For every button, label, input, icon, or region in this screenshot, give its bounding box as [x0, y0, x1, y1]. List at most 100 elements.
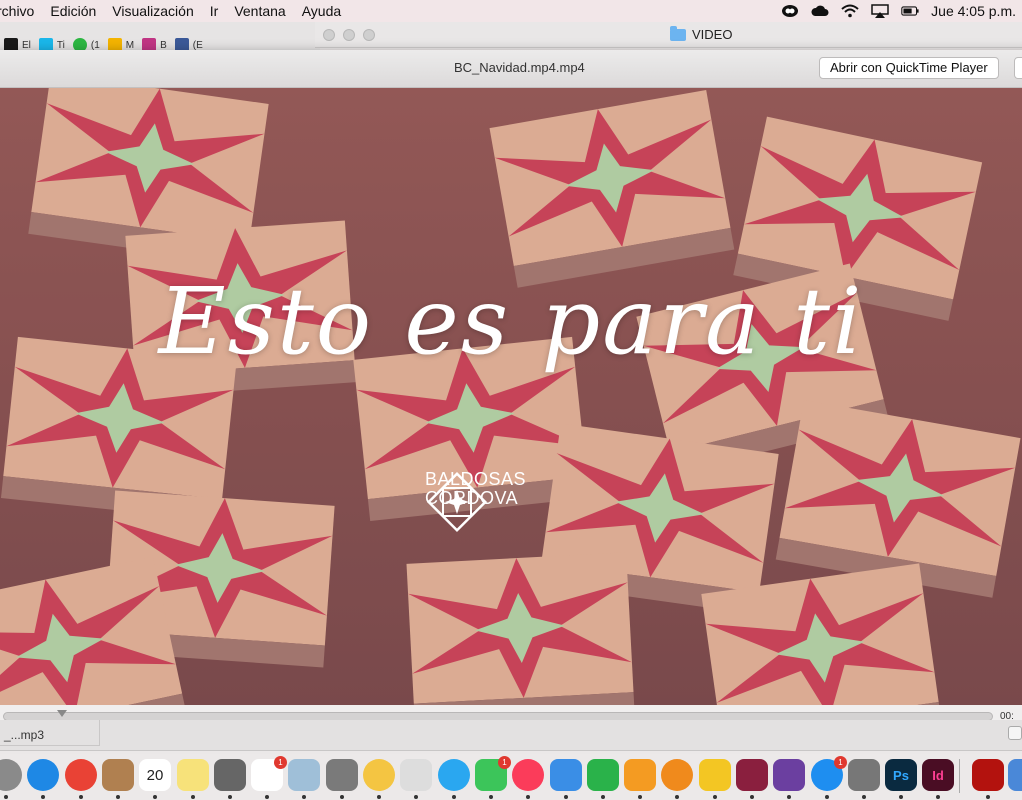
finder-window-titlebar: VIDEO — [315, 22, 1022, 48]
bookmark-label: El — [22, 39, 31, 51]
quicklook-titlebar: BC_Navidad.mp4.mp4 Abrir con QuickTime P… — [0, 50, 1022, 88]
design-icon[interactable] — [736, 759, 768, 791]
brand-logo: BALDOSAS CORDOVA — [425, 470, 526, 533]
menu-ir[interactable]: Ir — [202, 3, 227, 19]
running-indicator — [4, 795, 8, 799]
menu-bar: rchivo Edición Visualización Ir Ventana … — [0, 0, 1022, 22]
indesign-label: Id — [932, 767, 944, 783]
calendar-icon[interactable]: 20 — [139, 759, 171, 791]
running-indicator — [564, 795, 568, 799]
contacts-icon[interactable] — [102, 759, 134, 791]
appstore-icon[interactable]: 1 — [811, 756, 847, 791]
dock-separator — [959, 759, 960, 793]
menu-ayuda[interactable]: Ayuda — [294, 3, 349, 19]
photoshop-label: Ps — [893, 767, 909, 783]
playhead-handle[interactable] — [57, 710, 68, 717]
running-indicator — [452, 795, 456, 799]
system-icon[interactable] — [0, 759, 22, 791]
acrobat-icon[interactable] — [972, 759, 1004, 791]
cyberduck-icon[interactable] — [699, 759, 731, 791]
scroll-button[interactable] — [1008, 726, 1022, 740]
running-indicator — [862, 795, 866, 799]
open-with-quicktime-button[interactable]: Abrir con QuickTime Player — [819, 57, 999, 79]
running-indicator — [153, 795, 157, 799]
video-frame[interactable]: Esto es para ti BALDOSAS CORDOVA — [0, 88, 1022, 705]
preview-icon[interactable] — [288, 759, 320, 791]
menu-archivo[interactable]: rchivo — [0, 3, 42, 19]
running-indicator — [986, 795, 990, 799]
running-indicator — [825, 795, 829, 799]
running-indicator — [713, 795, 717, 799]
running-indicator — [79, 795, 83, 799]
cloud-sync-icon[interactable] — [811, 4, 829, 18]
keynote-icon[interactable] — [550, 759, 582, 791]
quicklook-title: BC_Navidad.mp4.mp4 — [454, 60, 585, 75]
notification-badge: 1 — [274, 756, 287, 769]
running-indicator — [750, 795, 754, 799]
scissors-icon[interactable] — [400, 759, 432, 791]
running-indicator — [638, 795, 642, 799]
share-button[interactable] — [1014, 57, 1022, 79]
airplay-icon[interactable] — [871, 4, 889, 18]
zoom-button[interactable] — [363, 29, 375, 41]
photos-icon[interactable] — [363, 759, 395, 791]
bookmark-label: M — [125, 39, 135, 51]
photoshop-icon[interactable]: Ps — [885, 759, 917, 791]
screen: rchivo Edición Visualización Ir Ventana … — [0, 0, 1022, 800]
running-indicator — [787, 795, 791, 799]
screenshot-icon[interactable] — [326, 759, 358, 791]
notification-badge: 1 — [498, 756, 511, 769]
indesign-icon[interactable]: Id — [922, 759, 954, 791]
background-finder-list: _...mp3 — [0, 720, 1022, 754]
wifi-icon[interactable] — [841, 4, 859, 18]
chrome-icon[interactable] — [65, 759, 97, 791]
menu-visualizacion[interactable]: Visualización — [104, 3, 201, 19]
messages-icon[interactable] — [438, 759, 470, 791]
bookmark-label: B — [160, 39, 167, 51]
quicklook-window: BC_Navidad.mp4.mp4 Abrir con QuickTime P… — [0, 50, 1022, 730]
battery-icon[interactable] — [901, 4, 919, 18]
status-area: Jue 4:05 p.m. — [781, 0, 1016, 22]
dock: 20 1 1 1 Ps Id — [0, 750, 1022, 800]
running-indicator — [936, 795, 940, 799]
calendar-label: 20 — [146, 766, 164, 784]
clock[interactable]: Jue 4:05 p.m. — [931, 3, 1016, 19]
running-indicator — [526, 795, 530, 799]
running-indicator — [377, 795, 381, 799]
running-indicator — [228, 795, 232, 799]
running-indicator — [41, 795, 45, 799]
preferences-icon[interactable] — [848, 759, 880, 791]
finder-title: VIDEO — [670, 25, 733, 42]
running-indicator — [340, 795, 344, 799]
bookmark-label: (1 — [90, 39, 100, 51]
facetime-icon[interactable]: 1 — [475, 756, 511, 791]
creative-cloud-icon[interactable] — [781, 4, 799, 18]
running-indicator — [489, 795, 493, 799]
books-icon[interactable] — [661, 759, 693, 791]
tiles-image — [0, 88, 1022, 705]
running-indicator — [302, 795, 306, 799]
music-icon[interactable] — [512, 759, 544, 791]
bookmark-label: Ti — [56, 39, 65, 51]
calculator-icon[interactable] — [214, 759, 246, 791]
safari-icon[interactable] — [27, 759, 59, 791]
menu-edicion[interactable]: Edición — [42, 3, 104, 19]
close-button[interactable] — [323, 29, 335, 41]
minimize-button[interactable] — [343, 29, 355, 41]
window-controls — [323, 29, 375, 41]
finder-title-text: VIDEO — [692, 27, 733, 42]
notes-icon[interactable] — [177, 759, 209, 791]
reminders-icon[interactable]: 1 — [251, 756, 287, 791]
imovie-icon[interactable] — [773, 759, 805, 791]
running-indicator — [675, 795, 679, 799]
bookmark-label: (E — [192, 39, 203, 51]
running-indicator — [265, 795, 269, 799]
pages-icon[interactable] — [624, 759, 656, 791]
file-tab[interactable]: _...mp3 — [0, 720, 100, 746]
running-indicator — [191, 795, 195, 799]
running-indicator — [414, 795, 418, 799]
finder-doc-icon[interactable] — [1008, 759, 1022, 791]
numbers-icon[interactable] — [587, 759, 619, 791]
video-headline: Esto es para ti — [158, 268, 864, 375]
menu-ventana[interactable]: Ventana — [226, 3, 293, 19]
